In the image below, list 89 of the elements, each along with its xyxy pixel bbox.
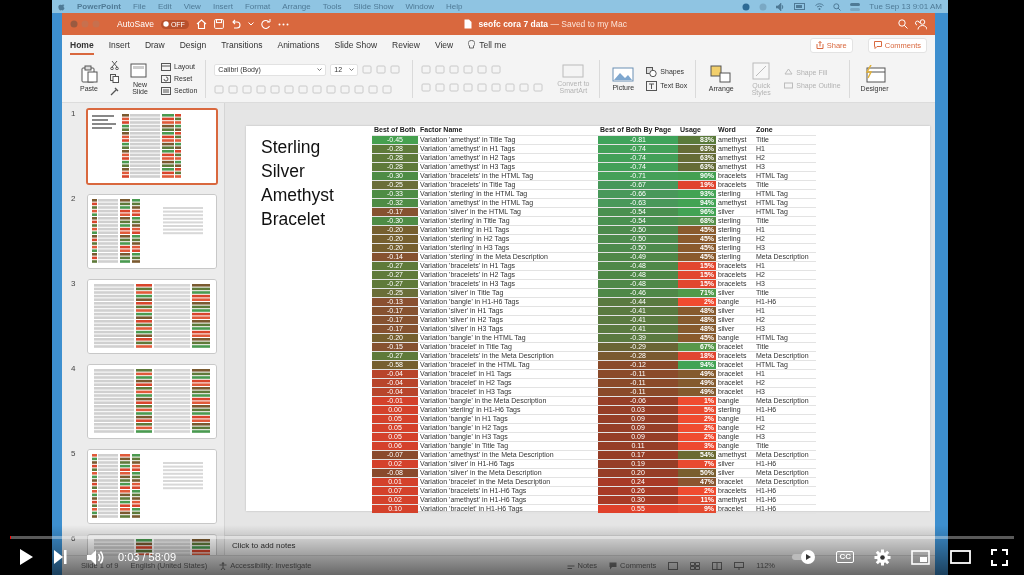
layout-icon xyxy=(161,62,171,71)
text-box-icon xyxy=(646,80,658,91)
caret-icon[interactable] xyxy=(349,68,355,71)
ribbon-tab[interactable]: Slide Show xyxy=(334,35,378,55)
notes-placeholder[interactable]: Click to add notes xyxy=(232,541,296,550)
accessibility-icon xyxy=(219,561,228,570)
volume-icon[interactable] xyxy=(87,549,104,565)
ribbon-tab[interactable]: View xyxy=(434,35,454,55)
slide-thumbnail[interactable] xyxy=(87,449,217,524)
home-icon[interactable] xyxy=(195,19,207,29)
comment-icon xyxy=(873,41,882,49)
ribbon-tab[interactable]: Animations xyxy=(277,35,320,55)
next-icon[interactable] xyxy=(53,550,67,564)
save-icon[interactable] xyxy=(213,19,224,29)
reset-icon xyxy=(161,74,171,83)
ribbon-tab[interactable]: Draw xyxy=(144,35,165,55)
battery-icon[interactable] xyxy=(794,3,807,10)
grid-view-icon[interactable] xyxy=(690,561,701,570)
ribbon-tab[interactable]: Review xyxy=(392,35,420,55)
menu-item[interactable]: Slide Show xyxy=(353,2,394,11)
undo-icon[interactable] xyxy=(230,19,241,29)
convert-to-smartart-icon xyxy=(562,63,585,78)
menu-item[interactable]: Edit xyxy=(157,2,172,11)
ribbon-tab[interactable]: Transitions xyxy=(221,35,263,55)
redo-icon[interactable] xyxy=(260,19,271,29)
document-icon xyxy=(463,19,472,29)
slide-number: 4 xyxy=(71,364,77,373)
slide-thumbnail[interactable] xyxy=(87,364,217,439)
slide-thumbnail[interactable] xyxy=(87,279,217,354)
ribbon-tab[interactable]: Design xyxy=(179,35,207,55)
wifi-icon[interactable] xyxy=(815,3,825,10)
captions-button[interactable]: CC xyxy=(836,551,854,563)
slide-number: 1 xyxy=(71,109,77,118)
menu-item[interactable]: File xyxy=(133,2,146,11)
miniplayer-icon[interactable] xyxy=(911,549,930,565)
video-time: 0:03 / 58:09 xyxy=(118,551,177,563)
control-center-icon[interactable] xyxy=(850,2,861,11)
slide-title: Sterling Silver Amethyst Bracelet xyxy=(261,136,335,231)
menu-item[interactable]: Insert xyxy=(212,2,233,11)
menu-item[interactable]: Window xyxy=(405,2,434,11)
paste-icon xyxy=(80,65,98,83)
slide-thumbnail[interactable] xyxy=(86,108,218,185)
menu-item[interactable]: View xyxy=(183,2,201,11)
search-icon[interactable] xyxy=(898,19,908,29)
shape-outline-icon xyxy=(784,80,794,90)
share-icon xyxy=(815,41,824,49)
settings-icon[interactable] xyxy=(874,548,891,566)
section-icon xyxy=(161,86,171,95)
shape-fill-icon xyxy=(784,67,794,77)
comment-icon xyxy=(609,561,618,570)
search-icon[interactable] xyxy=(833,2,842,11)
new-slide-icon xyxy=(130,62,150,79)
menu-item[interactable]: Format xyxy=(244,2,271,11)
slide-number: 2 xyxy=(71,194,77,203)
menu-clock: Tue Sep 13 9:01 AM xyxy=(869,2,942,11)
picture-icon xyxy=(612,66,635,82)
quick-styles-icon xyxy=(752,61,771,80)
ribbon-tab[interactable]: Insert xyxy=(108,35,130,55)
autoplay-toggle-icon[interactable] xyxy=(792,550,817,564)
more-icon[interactable] xyxy=(277,22,289,26)
lightbulb-icon xyxy=(468,40,476,50)
people-icon[interactable] xyxy=(915,18,927,30)
window-title: seofc cora 7 data — Saved to my Mac xyxy=(478,19,627,29)
brush-icon[interactable] xyxy=(110,87,119,96)
slide-thumbnail[interactable] xyxy=(87,194,217,269)
tell-me-field[interactable]: Tell me xyxy=(479,40,507,50)
toggle-knob-icon xyxy=(162,21,169,27)
arrange-icon xyxy=(710,65,733,83)
slideshow-icon[interactable] xyxy=(734,561,745,570)
copy-icon[interactable] xyxy=(110,74,119,83)
fullscreen-icon[interactable] xyxy=(991,548,1008,566)
menu-item[interactable]: Help xyxy=(445,2,463,11)
play-icon[interactable] xyxy=(19,549,33,565)
autosave-label: AutoSave xyxy=(117,19,154,29)
normal-view-icon[interactable] xyxy=(668,561,679,570)
menu-item[interactable]: PowerPoint xyxy=(77,2,121,11)
designer-icon xyxy=(863,65,886,83)
shapes-icon xyxy=(646,66,658,77)
progress-bar[interactable] xyxy=(10,536,1014,539)
slide-number: 6 xyxy=(71,534,77,543)
theater-mode-icon[interactable] xyxy=(950,550,971,564)
menu-item[interactable]: Arrange xyxy=(282,2,311,11)
apple-icon[interactable] xyxy=(58,2,65,11)
reading-view-icon[interactable] xyxy=(712,561,723,570)
caret-icon[interactable] xyxy=(317,68,323,71)
slide-number: 5 xyxy=(71,449,77,458)
menu-item[interactable]: Tools xyxy=(322,2,342,11)
scissors-icon[interactable] xyxy=(110,61,119,70)
slide-number: 3 xyxy=(71,279,77,288)
